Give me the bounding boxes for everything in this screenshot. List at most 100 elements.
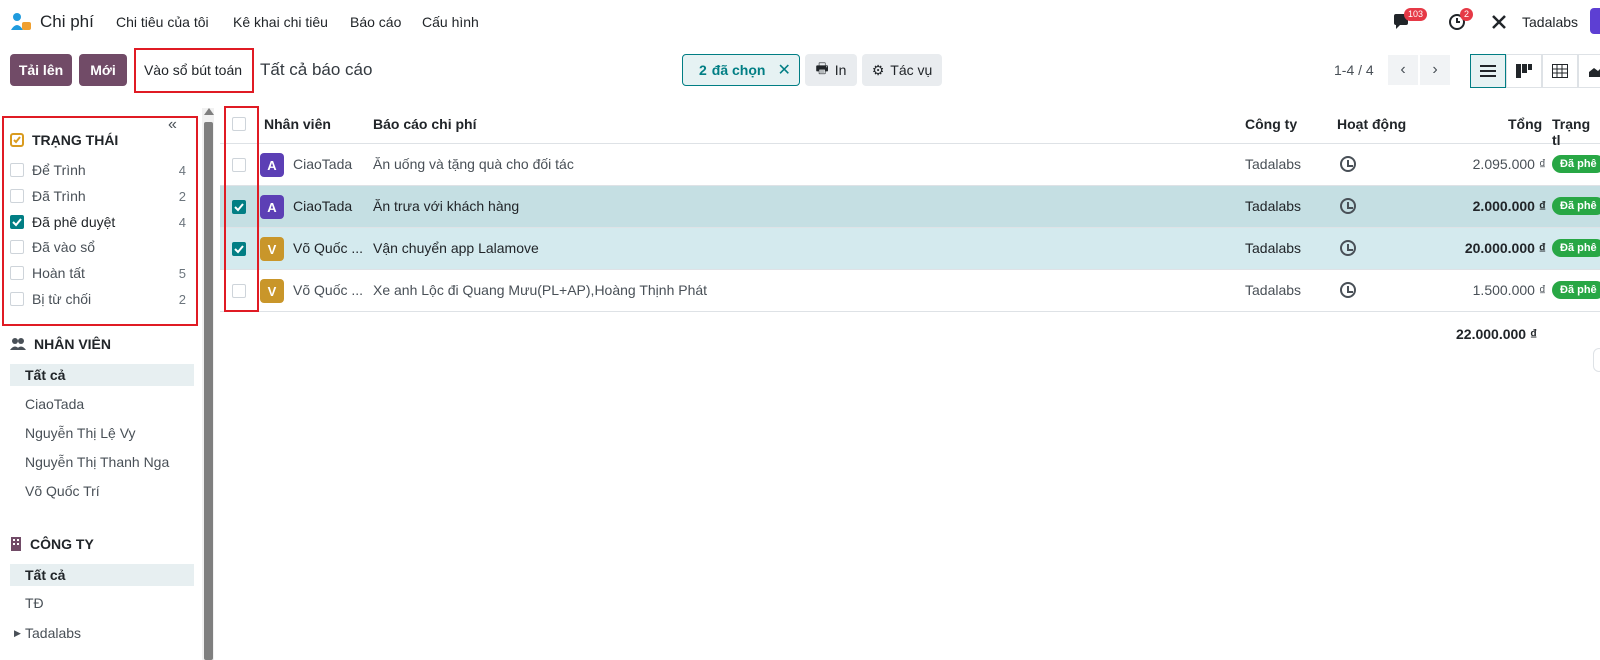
status-label: Để Trình: [32, 162, 86, 178]
status-checkbox[interactable]: [10, 292, 24, 306]
company-section-title: CÔNG TY: [10, 536, 94, 552]
status-count: 5: [178, 265, 186, 281]
cell-total: 2.095.000 ₫: [1472, 156, 1546, 172]
col-report[interactable]: Báo cáo chi phí: [373, 116, 476, 132]
app-name[interactable]: Chi phí: [40, 12, 94, 32]
page-title: Tất cả báo cáo: [260, 60, 373, 79]
activities-button[interactable]: 2: [1448, 8, 1474, 34]
scrollbar-thumb[interactable]: [204, 122, 213, 660]
status-checkbox[interactable]: [10, 163, 24, 177]
selected-count: 2: [699, 62, 707, 78]
company-item-all[interactable]: Tất cả: [10, 564, 194, 586]
kanban-view-button[interactable]: [1506, 54, 1542, 88]
col-activity[interactable]: Hoạt động: [1337, 116, 1406, 132]
print-label: In: [834, 62, 847, 78]
avatar: V: [260, 279, 284, 303]
company-item-expandable[interactable]: ▶ Tadalabs: [10, 622, 194, 644]
upload-button[interactable]: Tải lên: [10, 54, 72, 86]
cell-total: 2.000.000 ₫: [1472, 198, 1546, 214]
company-switcher[interactable]: Tadalabs: [1522, 14, 1578, 30]
col-employee[interactable]: Nhân viên: [264, 116, 331, 132]
employee-item[interactable]: Nguyễn Thị Lệ Vy: [10, 422, 194, 444]
print-button[interactable]: 🖶 In: [805, 54, 857, 86]
pager-next-icon[interactable]: ›: [1420, 55, 1450, 85]
highlight-post-button: [134, 48, 254, 93]
status-filter-done[interactable]: Hoàn tất 5: [10, 265, 190, 281]
cell-company: Tadalabs: [1245, 198, 1302, 214]
status-checkbox[interactable]: [10, 266, 24, 280]
new-button[interactable]: Mới: [79, 54, 127, 86]
grand-total: 22.000.000 ₫: [1456, 326, 1538, 342]
collapse-panel-icon[interactable]: «: [168, 116, 177, 134]
offscreen-toggle[interactable]: [1593, 348, 1600, 372]
status-filter-submitted[interactable]: Đã Trình 2: [10, 188, 190, 204]
company-label: Tadalabs: [25, 625, 82, 641]
gear-icon: ⚙: [871, 61, 885, 78]
cell-report: Ăn trưa với khách hàng: [373, 198, 520, 214]
employee-item[interactable]: Võ Quốc Trí: [10, 480, 194, 502]
menu-expense-reports[interactable]: Kê khai chi tiêu: [233, 14, 328, 30]
pager-value[interactable]: 1-4 / 4: [1334, 62, 1374, 78]
check-square-icon: [10, 133, 24, 147]
status-badge: Đã phê: [1552, 155, 1600, 173]
activity-clock-icon[interactable]: [1340, 282, 1356, 298]
activities-badge: 2: [1460, 8, 1474, 21]
selection-indicator[interactable]: 2 đã chọn ✕: [682, 54, 800, 86]
activity-clock-icon[interactable]: [1340, 198, 1356, 214]
employee-title: NHÂN VIÊN: [34, 336, 112, 352]
employee-item[interactable]: Nguyễn Thị Thanh Nga: [10, 451, 194, 473]
pivot-view-button[interactable]: [1542, 54, 1578, 88]
menu-reporting[interactable]: Báo cáo: [350, 14, 401, 30]
caret-right-icon[interactable]: ▶: [14, 628, 21, 639]
highlight-checkbox-column: [224, 106, 259, 312]
menu-my-expenses[interactable]: Chi tiêu của tôi: [116, 14, 209, 30]
scroll-up-icon[interactable]: [204, 108, 214, 115]
avatar: A: [260, 153, 284, 177]
status-checkbox[interactable]: [10, 240, 24, 254]
selected-label: đã chọn: [711, 62, 766, 78]
cell-company: Tadalabs: [1245, 282, 1302, 298]
messages-button[interactable]: 103: [1392, 8, 1428, 34]
cell-report: Ăn uống và tặng quà cho đối tác: [373, 156, 574, 172]
user-avatar[interactable]: [1590, 8, 1600, 34]
employee-item[interactable]: CiaoTada: [10, 393, 194, 415]
top-navbar: Chi phí Chi tiêu của tôi Kê khai chi tiê…: [0, 0, 1600, 44]
action-label: Tác vụ: [890, 62, 933, 78]
graph-icon: [1589, 68, 1600, 77]
graph-view-button[interactable]: [1578, 54, 1600, 88]
status-badge: Đã phê: [1552, 197, 1600, 215]
checkmark-icon: [12, 218, 22, 227]
status-badge: Đã phê: [1552, 281, 1600, 299]
status-badge: Đã phê: [1552, 239, 1600, 257]
employee-item-all[interactable]: Tất cả: [10, 364, 194, 386]
status-filter-approved[interactable]: Đã phê duyệt 4: [10, 214, 190, 230]
status-filter-posted[interactable]: Đã vào sổ: [10, 239, 190, 255]
status-filter-refused[interactable]: Bị từ chối 2: [10, 291, 190, 307]
status-checkbox-checked[interactable]: [10, 215, 24, 229]
col-company[interactable]: Công ty: [1245, 116, 1297, 132]
status-filter-to-submit[interactable]: Để Trình 4: [10, 162, 190, 178]
table-grid-icon: [1552, 64, 1568, 78]
pager-prev-icon[interactable]: ‹: [1388, 55, 1418, 85]
clear-selection-icon[interactable]: ✕: [777, 60, 790, 80]
table-row[interactable]: V Võ Quốc ... Xe anh Lộc đi Quang Mưu(PL…: [220, 270, 1600, 312]
cell-total: 1.500.000 ₫: [1472, 282, 1546, 298]
company-item[interactable]: TĐ: [10, 592, 194, 614]
users-icon: [10, 338, 26, 350]
cell-employee: Võ Quốc ...: [293, 282, 364, 298]
table-row[interactable]: V Võ Quốc ... Vận chuyển app Lalamove Ta…: [220, 228, 1600, 270]
status-label: Hoàn tất: [32, 265, 85, 281]
list-header: Nhân viên Báo cáo chi phí Công ty Hoạt đ…: [220, 104, 1600, 148]
table-row[interactable]: A CiaoTada Ăn uống và tặng quà cho đối t…: [220, 144, 1600, 186]
action-button[interactable]: ⚙ Tác vụ: [862, 54, 942, 86]
expenses-app-icon[interactable]: [10, 12, 32, 32]
menu-configuration[interactable]: Cấu hình: [422, 14, 479, 30]
activity-clock-icon[interactable]: [1340, 240, 1356, 256]
col-total[interactable]: Tổng: [1508, 116, 1542, 132]
table-row[interactable]: A CiaoTada Ăn trưa với khách hàng Tadala…: [220, 186, 1600, 228]
status-label: Đã Trình: [32, 188, 86, 204]
list-view-button[interactable]: [1470, 54, 1506, 88]
activity-clock-icon[interactable]: [1340, 156, 1356, 172]
debug-tools-button[interactable]: [1490, 10, 1508, 34]
status-checkbox[interactable]: [10, 189, 24, 203]
